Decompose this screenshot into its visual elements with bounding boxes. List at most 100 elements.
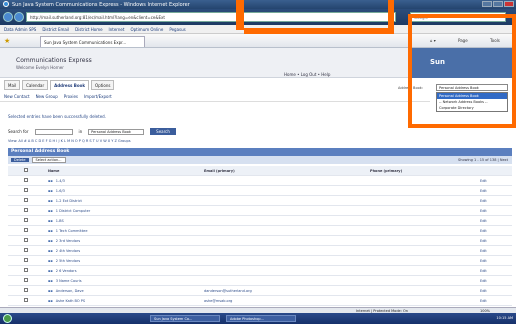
tab-options[interactable]: Options — [91, 80, 115, 90]
command-bar: ★ Sun Java System Communications Expr...… — [0, 34, 516, 48]
contact-name[interactable]: 2 4th Vendors — [56, 249, 80, 253]
address-book-select[interactable]: Personal Address Book — [436, 84, 508, 91]
start-button[interactable] — [3, 314, 12, 323]
edit-link[interactable]: Edit — [480, 229, 512, 233]
col-email[interactable]: Email (primary) — [204, 169, 370, 173]
forward-button[interactable] — [14, 12, 24, 22]
table-row[interactable]: ▪▪ 3 Name Couris Edit — [8, 276, 512, 286]
alphabet-filter[interactable]: View: All # A B C D E F G H I J K L M N … — [8, 139, 131, 143]
contact-name[interactable]: 1-6/3 — [56, 189, 65, 193]
contact-name[interactable]: Anderson, Dave — [56, 289, 84, 293]
contact-name[interactable]: 2 3rd Vendors — [56, 239, 80, 243]
edit-link[interactable]: Edit — [480, 189, 512, 193]
edit-link[interactable]: Edit — [480, 299, 512, 303]
taskbar-item[interactable]: Sun Java System Co... — [150, 315, 220, 322]
table-row[interactable]: ▪▪ Anderson, Dave danderson@sutherland.org… — [8, 286, 512, 296]
favorites-star-icon[interactable]: ★ — [4, 37, 10, 45]
edit-link[interactable]: Edit — [480, 259, 512, 263]
header-links[interactable]: Home • Log Out • Help — [284, 72, 330, 77]
edit-link[interactable]: Edit — [480, 219, 512, 223]
address-book-dropdown: Personal Address Book Personal Address B… — [436, 84, 510, 126]
link-item[interactable]: Pegasus — [169, 27, 185, 32]
edit-link[interactable]: Edit — [480, 199, 512, 203]
edit-link[interactable]: Edit — [480, 279, 512, 283]
col-name[interactable]: Name — [44, 169, 204, 173]
table-row[interactable]: ▪▪ 1-2 Ext District Edit — [8, 196, 512, 206]
maximize-button[interactable] — [493, 1, 503, 7]
link-item[interactable]: Internet — [109, 27, 125, 32]
contact-name[interactable]: 3 Name Couris — [56, 279, 82, 283]
contact-name[interactable]: 1 Tech Committee — [56, 229, 88, 233]
table-row[interactable]: ▪▪ Ashe Kath BO PS ashe@msab.org Edit — [8, 296, 512, 306]
contact-name[interactable]: Ashe Kath BO PS — [56, 299, 85, 303]
tab-mail[interactable]: Mail — [4, 80, 21, 90]
edit-link[interactable]: Edit — [480, 249, 512, 253]
table-row[interactable]: ▪▪ 1-BS Edit — [8, 216, 512, 226]
new-group-button[interactable]: New Group — [36, 94, 58, 99]
table-row[interactable]: ▪▪ 1 Tech Committee Edit — [8, 226, 512, 236]
annotation-box-right — [512, 14, 516, 128]
table-row[interactable]: ▪▪ 2 5th Vendors Edit — [8, 256, 512, 266]
row-checkbox[interactable] — [24, 188, 28, 192]
row-checkbox[interactable] — [24, 198, 28, 202]
proxies-button[interactable]: Proxies — [64, 94, 78, 99]
minimize-button[interactable] — [482, 1, 492, 7]
contact-name[interactable]: 1-4/3 — [56, 179, 65, 183]
table-row[interactable]: ▪▪ 2 4th Vendors Edit — [8, 246, 512, 256]
link-item[interactable]: Data Admin SPS — [4, 27, 36, 32]
contact-name[interactable]: 2 6 Vendors — [56, 269, 77, 273]
browser-tab[interactable]: Sun Java System Communications Expr... — [40, 36, 145, 47]
search-input[interactable] — [34, 128, 73, 135]
delete-button[interactable]: Delete — [11, 158, 29, 162]
row-checkbox[interactable] — [24, 208, 28, 212]
contact-email[interactable]: ashe@msab.org — [204, 299, 370, 303]
contact-name[interactable]: 1-2 Ext District — [56, 199, 82, 203]
search-button[interactable]: Search — [150, 128, 176, 135]
row-checkbox[interactable] — [24, 238, 28, 242]
table-row[interactable]: ▪▪ 2 3rd Vendors Edit — [8, 236, 512, 246]
edit-link[interactable]: Edit — [480, 209, 512, 213]
tools-menu[interactable]: Tools — [490, 38, 500, 43]
link-item[interactable]: Optimum Online — [130, 27, 163, 32]
contact-name[interactable]: 1-BS — [56, 219, 64, 223]
row-checkbox[interactable] — [24, 218, 28, 222]
new-contact-button[interactable]: New Contact — [4, 94, 30, 99]
link-item[interactable]: District Email — [42, 27, 69, 32]
edit-link[interactable]: Edit — [480, 289, 512, 293]
contact-name[interactable]: 2 5th Vendors — [56, 259, 80, 263]
link-item[interactable]: District Home — [75, 27, 102, 32]
select-all-checkbox[interactable] — [24, 168, 28, 172]
home-icon[interactable]: ⌂ ▾ — [430, 38, 436, 43]
annotation-line — [388, 0, 394, 34]
back-button[interactable] — [3, 12, 13, 22]
tab-address-book[interactable]: Address Book — [50, 80, 89, 90]
search-book-select[interactable]: Personal Address Book — [88, 128, 145, 135]
contact-name[interactable]: 1 District Computer — [56, 209, 90, 213]
row-checkbox[interactable] — [24, 298, 28, 302]
table-row[interactable]: ▪▪ 2 6 Vendors Edit — [8, 266, 512, 276]
row-checkbox[interactable] — [24, 278, 28, 282]
row-checkbox[interactable] — [24, 258, 28, 262]
table-row[interactable]: ▪▪ 1-6/3 Edit — [8, 186, 512, 196]
row-checkbox[interactable] — [24, 228, 28, 232]
close-button[interactable] — [504, 1, 514, 7]
page-menu[interactable]: Page — [458, 38, 468, 43]
edit-link[interactable]: Edit — [480, 239, 512, 243]
row-checkbox[interactable] — [24, 178, 28, 182]
row-checkbox[interactable] — [24, 248, 28, 252]
app-tabs: Mail Calendar Address Book Options — [0, 80, 430, 90]
address-input[interactable]: http://mail.sutherland.org:81/ec/mail.ht… — [26, 12, 396, 22]
taskbar-item[interactable]: Adobe Photoshop... — [226, 315, 296, 322]
edit-link[interactable]: Edit — [480, 179, 512, 183]
paging-info[interactable]: Showing 1 - 15 of 138 | Next — [458, 158, 512, 162]
table-row[interactable]: ▪▪ 1 District Computer Edit — [8, 206, 512, 216]
option-corporate[interactable]: Corporate Directory — [437, 105, 507, 111]
edit-link[interactable]: Edit — [480, 269, 512, 273]
row-checkbox[interactable] — [24, 288, 28, 292]
import-export-button[interactable]: Import/Export — [84, 94, 112, 99]
contact-email[interactable]: danderson@sutherland.org — [204, 289, 370, 293]
row-checkbox[interactable] — [24, 268, 28, 272]
tab-calendar[interactable]: Calendar — [22, 80, 49, 90]
action-select[interactable]: Select action... — [31, 157, 66, 163]
table-row[interactable]: ▪▪ 1-4/3 Edit — [8, 176, 512, 186]
